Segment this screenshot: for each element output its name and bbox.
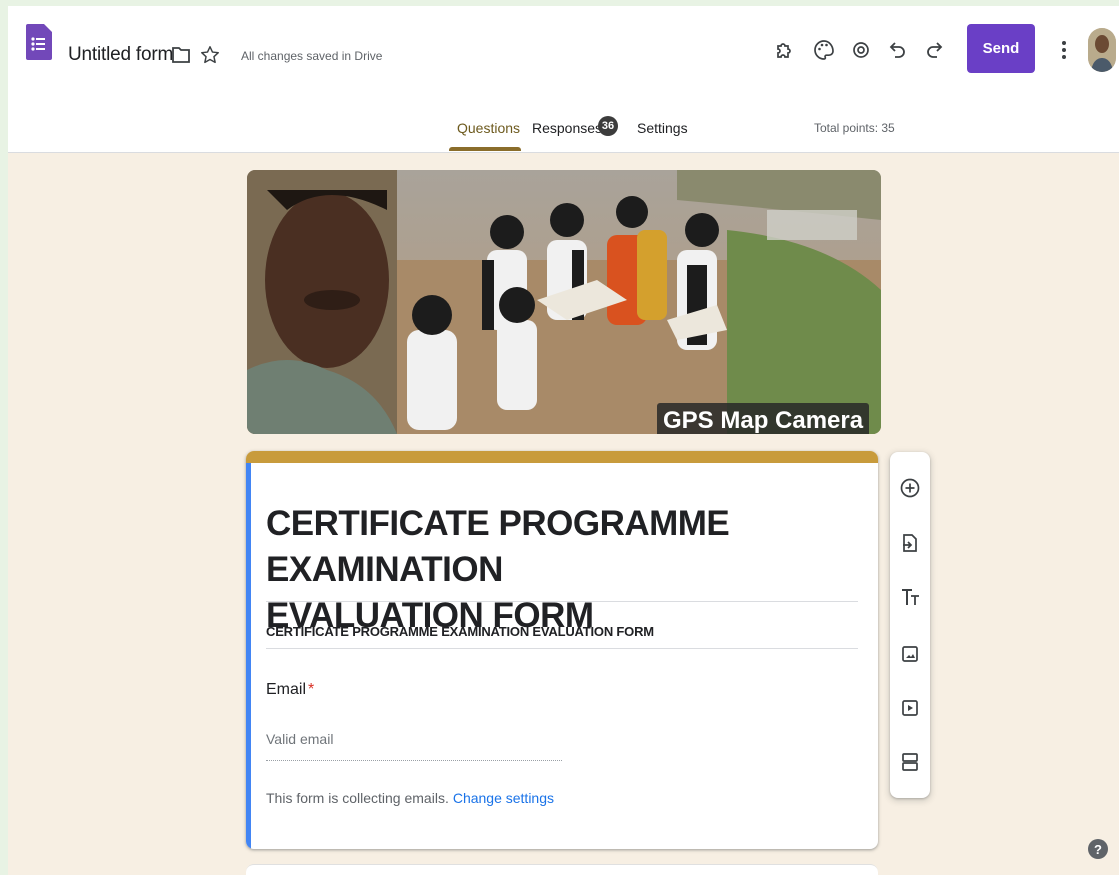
- add-question-button[interactable]: [898, 476, 922, 500]
- more-vert-icon[interactable]: [1055, 36, 1073, 64]
- form-title[interactable]: Untitled form: [68, 44, 173, 66]
- card-theme-bar: [246, 451, 878, 463]
- collecting-note-text: This form is collecting emails.: [266, 790, 449, 806]
- add-section-button[interactable]: [898, 750, 922, 774]
- add-video-button[interactable]: [898, 696, 922, 720]
- import-questions-icon: [903, 534, 917, 552]
- active-tab-indicator: [449, 147, 521, 151]
- tab-responses[interactable]: Responses: [532, 120, 602, 136]
- undo-icon[interactable]: [886, 38, 910, 62]
- email-question-label: Email *: [266, 681, 314, 699]
- banner-photo-icon: [247, 170, 881, 434]
- avatar-photo-icon: [1088, 28, 1116, 72]
- change-settings-link[interactable]: Change settings: [453, 790, 554, 806]
- star-icon[interactable]: [199, 44, 221, 66]
- email-input[interactable]: Valid email: [266, 731, 333, 747]
- email-label-text: Email: [266, 681, 307, 698]
- collecting-emails-note: This form is collecting emails. Change se…: [266, 790, 554, 806]
- move-to-folder-icon[interactable]: [171, 46, 191, 64]
- google-forms-logo-icon[interactable]: [26, 24, 52, 60]
- description-divider: [266, 648, 858, 649]
- top-bar: Untitled form All changes saved in Drive…: [8, 6, 1119, 153]
- add-title-icon: [902, 589, 919, 605]
- header-banner-image: GPS Map Camera: [247, 170, 881, 434]
- heading-divider: [266, 601, 858, 602]
- help-icon[interactable]: ?: [1088, 839, 1108, 859]
- add-section-icon: [902, 753, 918, 771]
- palette-icon[interactable]: [812, 38, 836, 62]
- total-points: Total points: 35: [814, 121, 895, 135]
- addon-puzzle-icon[interactable]: [773, 38, 797, 62]
- tab-settings[interactable]: Settings: [637, 120, 688, 136]
- preview-eye-icon[interactable]: [849, 38, 873, 62]
- form-heading-line: CERTIFICATE PROGRAMME EXAMINATION: [266, 504, 730, 589]
- add-question-icon: [900, 478, 920, 498]
- tab-questions[interactable]: Questions: [457, 120, 520, 136]
- next-question-card[interactable]: [246, 864, 878, 875]
- send-button[interactable]: Send: [967, 24, 1035, 73]
- account-avatar[interactable]: [1088, 28, 1116, 72]
- redo-icon[interactable]: [922, 38, 946, 62]
- import-questions-button[interactable]: [898, 531, 922, 555]
- add-title-button[interactable]: [898, 585, 922, 609]
- add-image-button[interactable]: [898, 642, 922, 666]
- add-image-icon: [902, 646, 918, 662]
- form-heading[interactable]: CERTIFICATE PROGRAMME EXAMINATION EVALUA…: [266, 501, 856, 639]
- app-frame: Untitled form All changes saved in Drive…: [8, 6, 1119, 875]
- gps-map-camera-watermark: GPS Map Camera: [657, 403, 870, 434]
- email-input-underline: [266, 760, 562, 761]
- side-toolbar: [890, 452, 930, 798]
- form-title-card[interactable]: CERTIFICATE PROGRAMME EXAMINATION EVALUA…: [246, 451, 878, 849]
- save-status: All changes saved in Drive: [241, 49, 383, 63]
- required-asterisk: *: [308, 681, 315, 698]
- form-description[interactable]: CERTIFICATE PROGRAMME EXAMINATION EVALUA…: [266, 624, 654, 639]
- responses-count-badge: 36: [598, 116, 618, 136]
- add-video-icon: [902, 700, 918, 716]
- active-card-indicator: [246, 463, 251, 849]
